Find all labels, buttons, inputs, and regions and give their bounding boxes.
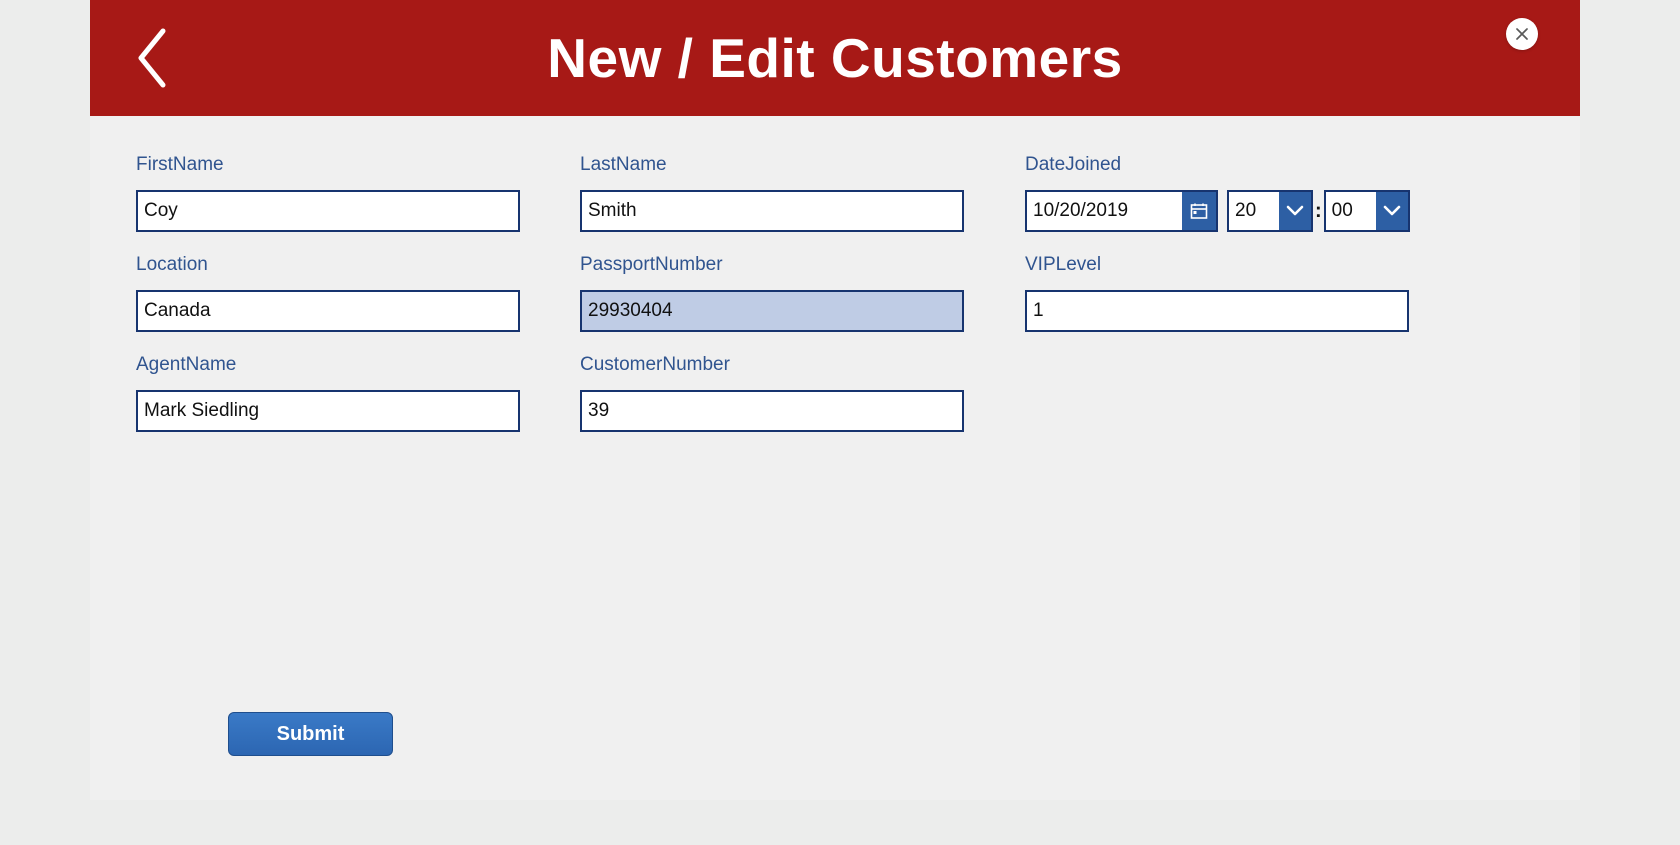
hour-select[interactable]: 20 (1227, 190, 1313, 232)
header-bar: New / Edit Customers (90, 0, 1580, 116)
chevron-down-icon (1286, 205, 1304, 217)
minute-value: 00 (1326, 192, 1376, 230)
field-customernumber: CustomerNumber (580, 354, 964, 432)
location-label: Location (136, 254, 520, 276)
submit-button[interactable]: Submit (228, 712, 393, 756)
field-viplevel: VIPLevel (1025, 254, 1409, 332)
passportnumber-label: PassportNumber (580, 254, 964, 276)
firstname-label: FirstName (136, 154, 520, 176)
chevron-down-icon (1383, 205, 1401, 217)
back-button[interactable] (126, 26, 174, 90)
form-area: FirstName LastName DateJoined (90, 116, 1580, 154)
close-button[interactable] (1506, 18, 1538, 50)
time-colon: : (1315, 200, 1322, 223)
calendar-button[interactable] (1182, 192, 1216, 230)
date-box (1025, 190, 1218, 232)
datejoined-controls: 20 : 00 (1025, 190, 1410, 232)
calendar-icon (1190, 202, 1208, 220)
field-firstname: FirstName (136, 154, 520, 232)
agentname-input[interactable] (136, 390, 520, 432)
hour-value: 20 (1229, 192, 1279, 230)
field-agentname: AgentName (136, 354, 520, 432)
location-input[interactable] (136, 290, 520, 332)
lastname-input[interactable] (580, 190, 964, 232)
customernumber-label: CustomerNumber (580, 354, 964, 376)
field-lastname: LastName (580, 154, 964, 232)
minute-dropdown-button[interactable] (1376, 192, 1408, 230)
agentname-label: AgentName (136, 354, 520, 376)
minute-select[interactable]: 00 (1324, 190, 1410, 232)
datejoined-label: DateJoined (1025, 154, 1410, 176)
form-panel: New / Edit Customers FirstName LastName … (90, 0, 1580, 800)
field-passportnumber: PassportNumber (580, 254, 964, 332)
back-chevron-icon (133, 27, 167, 89)
field-location: Location (136, 254, 520, 332)
customernumber-input[interactable] (580, 390, 964, 432)
hour-dropdown-button[interactable] (1279, 192, 1311, 230)
close-icon (1515, 27, 1529, 41)
field-datejoined: DateJoined 20 (1025, 154, 1410, 232)
lastname-label: LastName (580, 154, 964, 176)
viplevel-label: VIPLevel (1025, 254, 1409, 276)
firstname-input[interactable] (136, 190, 520, 232)
viplevel-input[interactable] (1025, 290, 1409, 332)
passportnumber-input[interactable] (580, 290, 964, 332)
date-input[interactable] (1027, 192, 1182, 230)
page-title: New / Edit Customers (547, 26, 1122, 90)
